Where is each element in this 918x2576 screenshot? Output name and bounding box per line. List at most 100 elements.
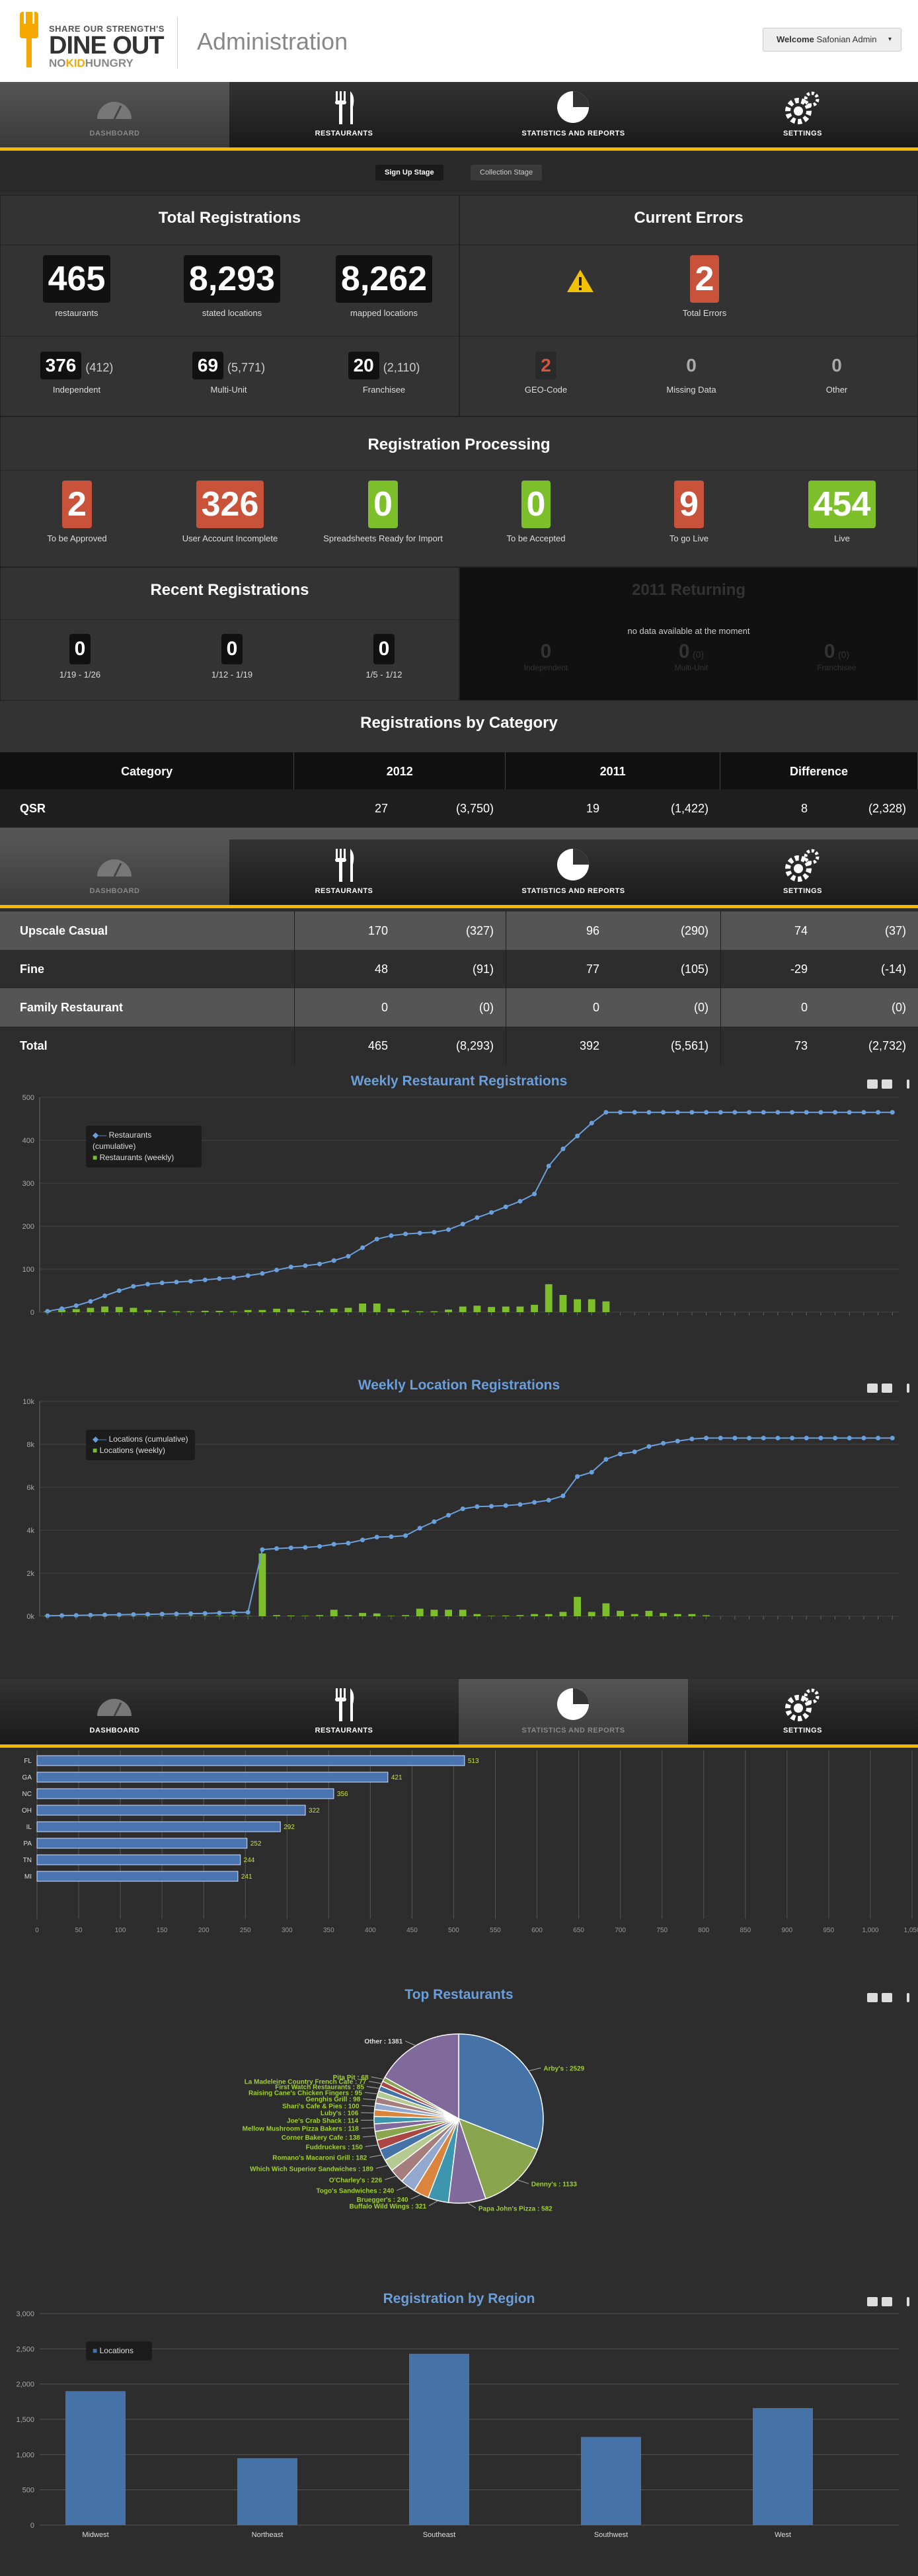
- region-bar[interactable]: [237, 2458, 297, 2525]
- cumulative-point[interactable]: [646, 1444, 652, 1449]
- cumulative-point[interactable]: [174, 1611, 179, 1616]
- cumulative-point[interactable]: [460, 1506, 465, 1511]
- cumulative-point[interactable]: [217, 1610, 222, 1616]
- cumulative-point[interactable]: [689, 1110, 695, 1115]
- cumulative-point[interactable]: [131, 1284, 136, 1289]
- weekly-bar[interactable]: [230, 1311, 237, 1312]
- cumulative-point[interactable]: [116, 1288, 122, 1293]
- cumulative-point[interactable]: [833, 1435, 838, 1440]
- cumulative-point[interactable]: [818, 1110, 823, 1115]
- table-header[interactable]: 2011: [505, 752, 721, 791]
- cumulative-point[interactable]: [632, 1110, 637, 1115]
- nav-dashboard[interactable]: DASHBOARD: [0, 839, 229, 905]
- cumulative-point[interactable]: [661, 1440, 666, 1446]
- cumulative-point[interactable]: [331, 1542, 336, 1547]
- weekly-bar[interactable]: [574, 1596, 581, 1616]
- weekly-bar[interactable]: [445, 1309, 452, 1312]
- weekly-bar[interactable]: [287, 1309, 295, 1312]
- cumulative-point[interactable]: [245, 1273, 250, 1278]
- cumulative-point[interactable]: [202, 1277, 208, 1282]
- cumulative-point[interactable]: [560, 1146, 566, 1151]
- cumulative-point[interactable]: [833, 1110, 838, 1115]
- weekly-bar[interactable]: [172, 1311, 180, 1312]
- weekly-bar[interactable]: [273, 1615, 280, 1616]
- region-bar[interactable]: [581, 2437, 641, 2525]
- cumulative-point[interactable]: [747, 1435, 752, 1440]
- cumulative-point[interactable]: [546, 1163, 551, 1169]
- weekly-bar[interactable]: [316, 1615, 323, 1616]
- weekly-bar[interactable]: [387, 1308, 395, 1312]
- cumulative-point[interactable]: [274, 1546, 280, 1551]
- other-errors[interactable]: 0 Other: [790, 352, 883, 395]
- nav-dashboard[interactable]: DASHBOARD: [0, 1679, 229, 1744]
- region-bar[interactable]: [753, 2407, 813, 2525]
- nav-restaurants[interactable]: RESTAURANTS: [229, 82, 459, 147]
- cumulative-point[interactable]: [704, 1435, 709, 1440]
- cumulative-point[interactable]: [417, 1230, 422, 1235]
- scroll-icon[interactable]: [907, 1993, 909, 2002]
- cumulative-point[interactable]: [575, 1134, 580, 1138]
- cumulative-point[interactable]: [102, 1293, 108, 1298]
- weekly-bar[interactable]: [72, 1309, 80, 1312]
- weekly-bar[interactable]: [516, 1615, 524, 1616]
- cumulative-point[interactable]: [374, 1237, 379, 1241]
- weekly-bar[interactable]: [359, 1613, 366, 1616]
- cumulative-point[interactable]: [618, 1452, 623, 1457]
- cumulative-point[interactable]: [389, 1233, 394, 1238]
- cumulative-point[interactable]: [761, 1435, 766, 1440]
- weekly-bar[interactable]: [617, 1610, 624, 1616]
- cumulative-point[interactable]: [718, 1435, 723, 1440]
- weekly-bar[interactable]: [673, 1614, 681, 1616]
- table-header[interactable]: Category: [0, 752, 295, 791]
- weekly-bar[interactable]: [402, 1615, 409, 1616]
- weekly-bar[interactable]: [688, 1614, 696, 1616]
- cumulative-point[interactable]: [804, 1110, 809, 1115]
- cumulative-point[interactable]: [503, 1204, 508, 1210]
- state-bar[interactable]: [36, 1805, 306, 1816]
- cumulative-point[interactable]: [159, 1280, 165, 1286]
- cumulative-point[interactable]: [876, 1435, 881, 1440]
- cumulative-point[interactable]: [303, 1545, 308, 1550]
- tab-signup-stage[interactable]: Sign Up Stage: [375, 165, 443, 180]
- cumulative-point[interactable]: [603, 1457, 609, 1462]
- nav-restaurants[interactable]: RESTAURANTS: [229, 839, 459, 905]
- weekly-bar[interactable]: [359, 1304, 366, 1312]
- weekly-bar[interactable]: [416, 1311, 424, 1312]
- weekly-bar[interactable]: [545, 1284, 553, 1312]
- export-icon[interactable]: [882, 1993, 892, 2002]
- weekly-bar[interactable]: [430, 1311, 438, 1312]
- recent-item[interactable]: 0 1/5 - 1/12: [334, 634, 434, 680]
- cumulative-point[interactable]: [417, 1526, 422, 1531]
- weekly-bar[interactable]: [559, 1295, 567, 1312]
- nav-stats[interactable]: STATISTICS AND REPORTS: [459, 1679, 688, 1744]
- cumulative-point[interactable]: [732, 1110, 738, 1115]
- weekly-bar[interactable]: [301, 1311, 309, 1312]
- nav-stats[interactable]: STATISTICS AND REPORTS: [459, 82, 688, 147]
- cumulative-point[interactable]: [432, 1519, 437, 1524]
- legend-weekly[interactable]: ■ Locations (weekly): [93, 1445, 188, 1456]
- cumulative-point[interactable]: [346, 1541, 351, 1545]
- nav-settings[interactable]: SETTINGS: [688, 839, 917, 905]
- cumulative-point[interactable]: [317, 1261, 323, 1267]
- tab-collection-stage[interactable]: Collection Stage: [471, 165, 543, 180]
- cumulative-point[interactable]: [661, 1110, 666, 1115]
- cumulative-point[interactable]: [245, 1610, 250, 1615]
- cumulative-point[interactable]: [360, 1245, 365, 1250]
- weekly-bar[interactable]: [574, 1299, 581, 1313]
- cumulative-point[interactable]: [159, 1612, 165, 1617]
- cumulative-point[interactable]: [346, 1254, 351, 1259]
- weekly-bar[interactable]: [330, 1308, 338, 1312]
- weekly-bar[interactable]: [459, 1306, 467, 1312]
- cumulative-point[interactable]: [732, 1435, 738, 1440]
- cumulative-point[interactable]: [861, 1435, 866, 1440]
- legend-cumulative[interactable]: ◆— Locations (cumulative): [93, 1434, 188, 1445]
- cumulative-point[interactable]: [560, 1493, 566, 1499]
- legend-weekly[interactable]: ■ Restaurants (weekly): [93, 1152, 195, 1163]
- cumulative-point[interactable]: [260, 1547, 265, 1552]
- weekly-bar[interactable]: [502, 1306, 510, 1312]
- weekly-bar[interactable]: [373, 1304, 381, 1312]
- cumulative-point[interactable]: [73, 1303, 79, 1308]
- weekly-bar[interactable]: [201, 1311, 209, 1312]
- weekly-bar[interactable]: [416, 1608, 424, 1616]
- cumulative-point[interactable]: [718, 1110, 723, 1115]
